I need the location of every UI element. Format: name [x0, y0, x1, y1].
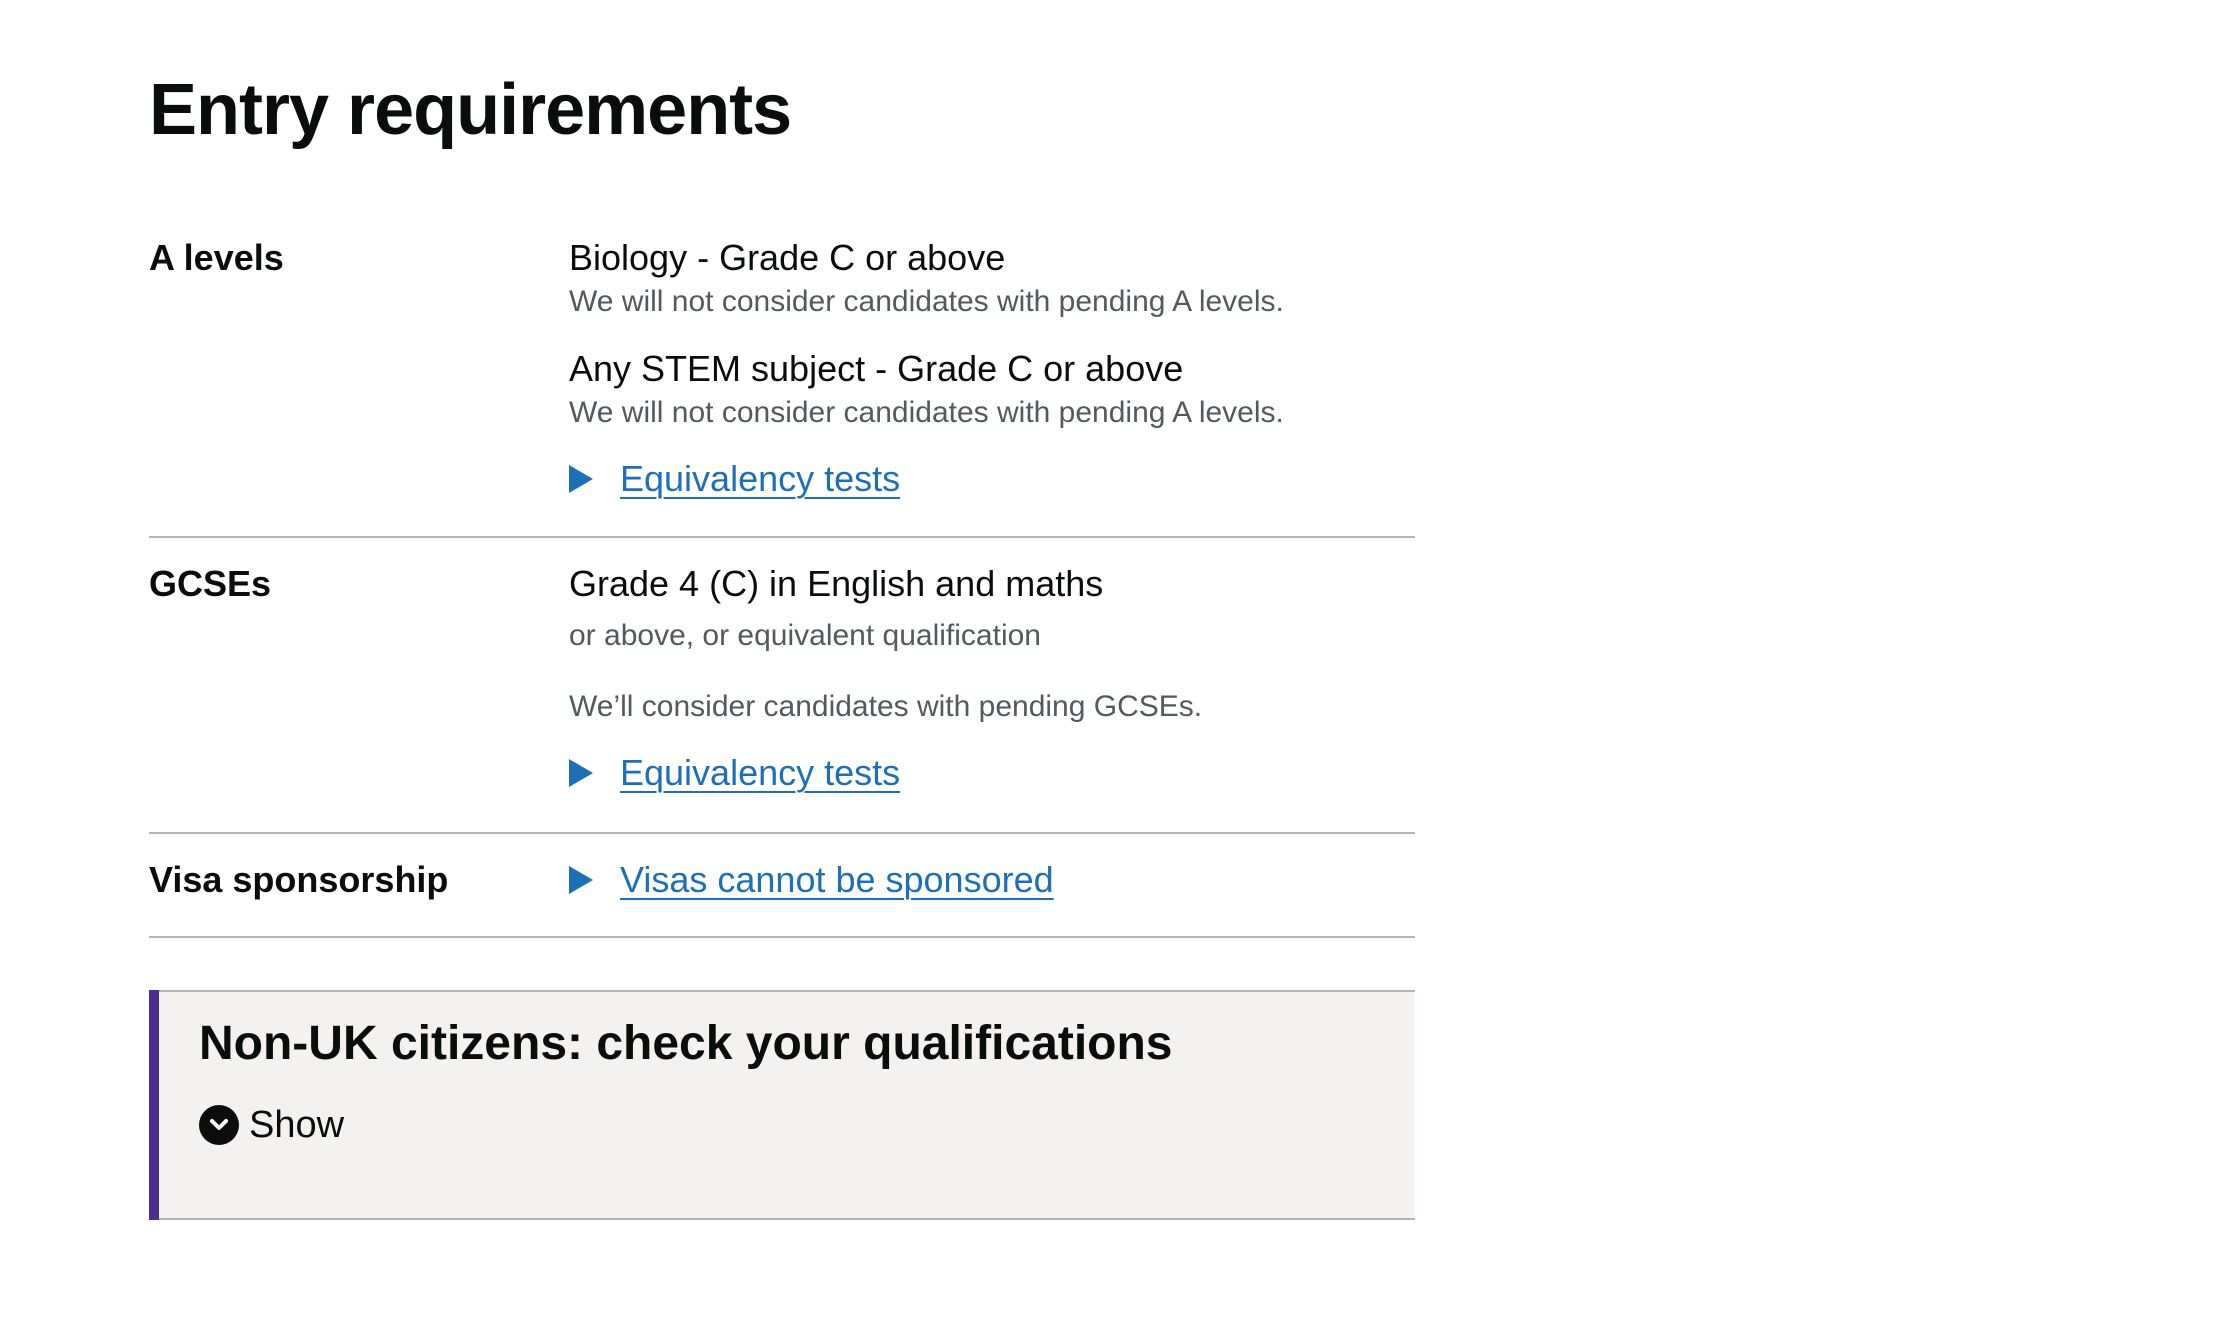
visa-sponsorship-link[interactable]: Visas cannot be sponsored: [620, 855, 1054, 905]
triangle-right-icon: [569, 465, 593, 493]
a-levels-equivalency-details[interactable]: Equivalency tests: [569, 454, 900, 504]
page-title: Entry requirements: [149, 70, 792, 150]
a-levels-row: A levels Biology - Grade C or above We w…: [149, 220, 1415, 538]
show-toggle-button[interactable]: Show: [199, 1100, 344, 1150]
gcses-row: GCSEs Grade 4 (C) in English and maths o…: [149, 538, 1415, 834]
show-toggle-label[interactable]: Show: [249, 1100, 344, 1150]
gcses-label: GCSEs: [149, 563, 272, 604]
entry-requirements-list: A levels Biology - Grade C or above We w…: [149, 220, 1415, 938]
visa-sponsorship-label: Visa sponsorship: [149, 859, 449, 900]
triangle-right-icon: [569, 866, 593, 894]
gcse-requirement: Grade 4 (C) in English and maths: [569, 563, 1104, 604]
gcses-equivalency-details[interactable]: Equivalency tests: [569, 748, 900, 798]
a-level-requirement-2-note: We will not consider candidates with pen…: [569, 396, 1284, 429]
a-level-requirement-2: Any STEM subject - Grade C or above: [569, 348, 1184, 389]
a-level-requirement-1: Biology - Grade C or above: [569, 237, 1006, 278]
gcse-requirement-suffix: or above, or equivalent qualification: [569, 619, 1041, 652]
notice-title: Non-UK citizens: check your qualificatio…: [199, 1017, 1173, 1070]
visa-details[interactable]: Visas cannot be sponsored: [569, 855, 1054, 905]
a-levels-label: A levels: [149, 237, 284, 278]
gcse-pending-note: We’ll consider candidates with pending G…: [569, 690, 1203, 723]
a-levels-equivalency-link[interactable]: Equivalency tests: [620, 454, 900, 504]
non-uk-citizens-notice: Non-UK citizens: check your qualificatio…: [149, 990, 1415, 1220]
a-level-requirement-1-note: We will not consider candidates with pen…: [569, 285, 1284, 318]
visa-sponsorship-row: Visa sponsorship Visas cannot be sponsor…: [149, 834, 1415, 938]
chevron-down-circle-icon: [199, 1105, 239, 1145]
gcses-equivalency-link[interactable]: Equivalency tests: [620, 748, 900, 798]
notice-accent-bar: [149, 990, 159, 1220]
triangle-right-icon: [569, 759, 593, 787]
